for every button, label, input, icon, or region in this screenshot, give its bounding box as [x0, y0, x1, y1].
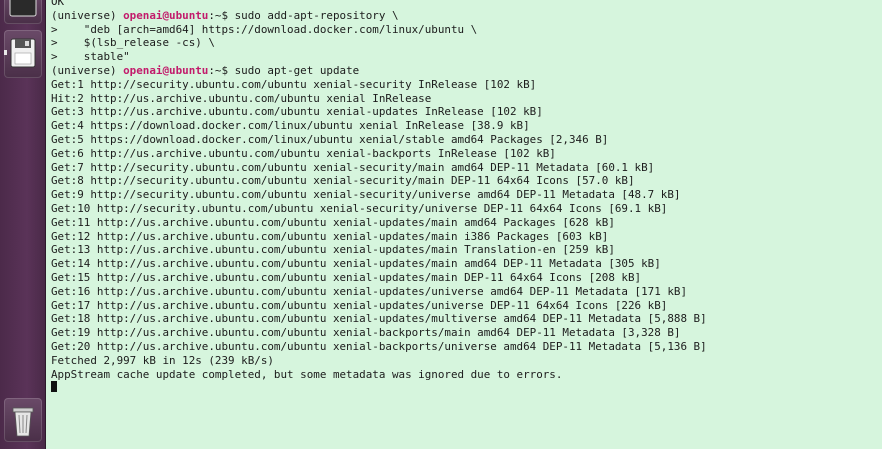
save-icon[interactable]	[4, 30, 42, 78]
prompt-env: (universe)	[51, 8, 124, 22]
output-line: > stable"	[51, 50, 130, 64]
prompt-path: :~$	[208, 63, 235, 77]
output-line: Get:3 http://us.archive.ubuntu.com/ubunt…	[51, 105, 543, 119]
output-line: Get:8 http://security.ubuntu.com/ubuntu …	[51, 174, 635, 188]
prompt-path: :~$	[208, 8, 235, 22]
output-line: Get:5 https://download.docker.com/linux/…	[51, 132, 609, 146]
command-text: sudo add-apt-repository \	[234, 8, 399, 22]
output-line: Get:15 http://us.archive.ubuntu.com/ubun…	[51, 270, 642, 284]
top-app-icon[interactable]	[4, 0, 42, 24]
output-line: Get:12 http://us.archive.ubuntu.com/ubun…	[51, 229, 609, 243]
prompt-env: (universe)	[51, 63, 124, 77]
launcher-sidebar	[0, 0, 46, 449]
text-cursor	[51, 381, 57, 393]
top-app-icon-graphic	[9, 0, 37, 17]
prompt-user: openai@ubuntu	[123, 8, 209, 22]
output-line: Get:7 http://security.ubuntu.com/ubuntu …	[51, 160, 655, 174]
output-line: Hit:2 http://us.archive.ubuntu.com/ubunt…	[51, 91, 432, 105]
prompt-line: (universe) openai@ubuntu:~$ sudo apt-get…	[51, 64, 882, 78]
terminal-output[interactable]: OK (universe) openai@ubuntu:~$ sudo add-a…	[51, 0, 882, 449]
trash-icon[interactable]	[4, 398, 42, 442]
output-line: Get:18 http://us.archive.ubuntu.com/ubun…	[51, 312, 707, 326]
cursor-line	[51, 381, 882, 395]
output-line: Get:6 http://us.archive.ubuntu.com/ubunt…	[51, 146, 556, 160]
active-indicator	[4, 50, 7, 55]
output-line: AppStream cache update completed, but so…	[51, 367, 563, 381]
floppy-disk-icon	[10, 38, 36, 68]
command-text: sudo apt-get update	[234, 63, 360, 77]
output-line: Get:17 http://us.archive.ubuntu.com/ubun…	[51, 298, 668, 312]
trash-can-icon	[12, 407, 34, 437]
output-line: Get:11 http://us.archive.ubuntu.com/ubun…	[51, 215, 615, 229]
output-line: Get:20 http://us.archive.ubuntu.com/ubun…	[51, 339, 707, 353]
output-line: Get:13 http://us.archive.ubuntu.com/ubun…	[51, 243, 615, 257]
prompt-user: openai@ubuntu	[123, 63, 209, 77]
output-line: Get:19 http://us.archive.ubuntu.com/ubun…	[51, 326, 681, 340]
output-line: Get:14 http://us.archive.ubuntu.com/ubun…	[51, 257, 661, 271]
output-line: Get:16 http://us.archive.ubuntu.com/ubun…	[51, 284, 688, 298]
output-line: Get:4 https://download.docker.com/linux/…	[51, 119, 530, 133]
output-line: Get:9 http://security.ubuntu.com/ubuntu …	[51, 188, 681, 202]
output-line: Fetched 2,997 kB in 12s (239 kB/s)	[51, 353, 274, 367]
output-line: > $(lsb_release -cs) \	[51, 36, 215, 50]
output-line: > "deb [arch=amd64] https://download.doc…	[51, 22, 478, 36]
output-line: Get:10 http://security.ubuntu.com/ubuntu…	[51, 201, 668, 215]
prompt-line: (universe) openai@ubuntu:~$ sudo add-apt…	[51, 9, 882, 23]
output-line: OK	[51, 0, 65, 8]
output-line: Get:1 http://security.ubuntu.com/ubuntu …	[51, 77, 537, 91]
